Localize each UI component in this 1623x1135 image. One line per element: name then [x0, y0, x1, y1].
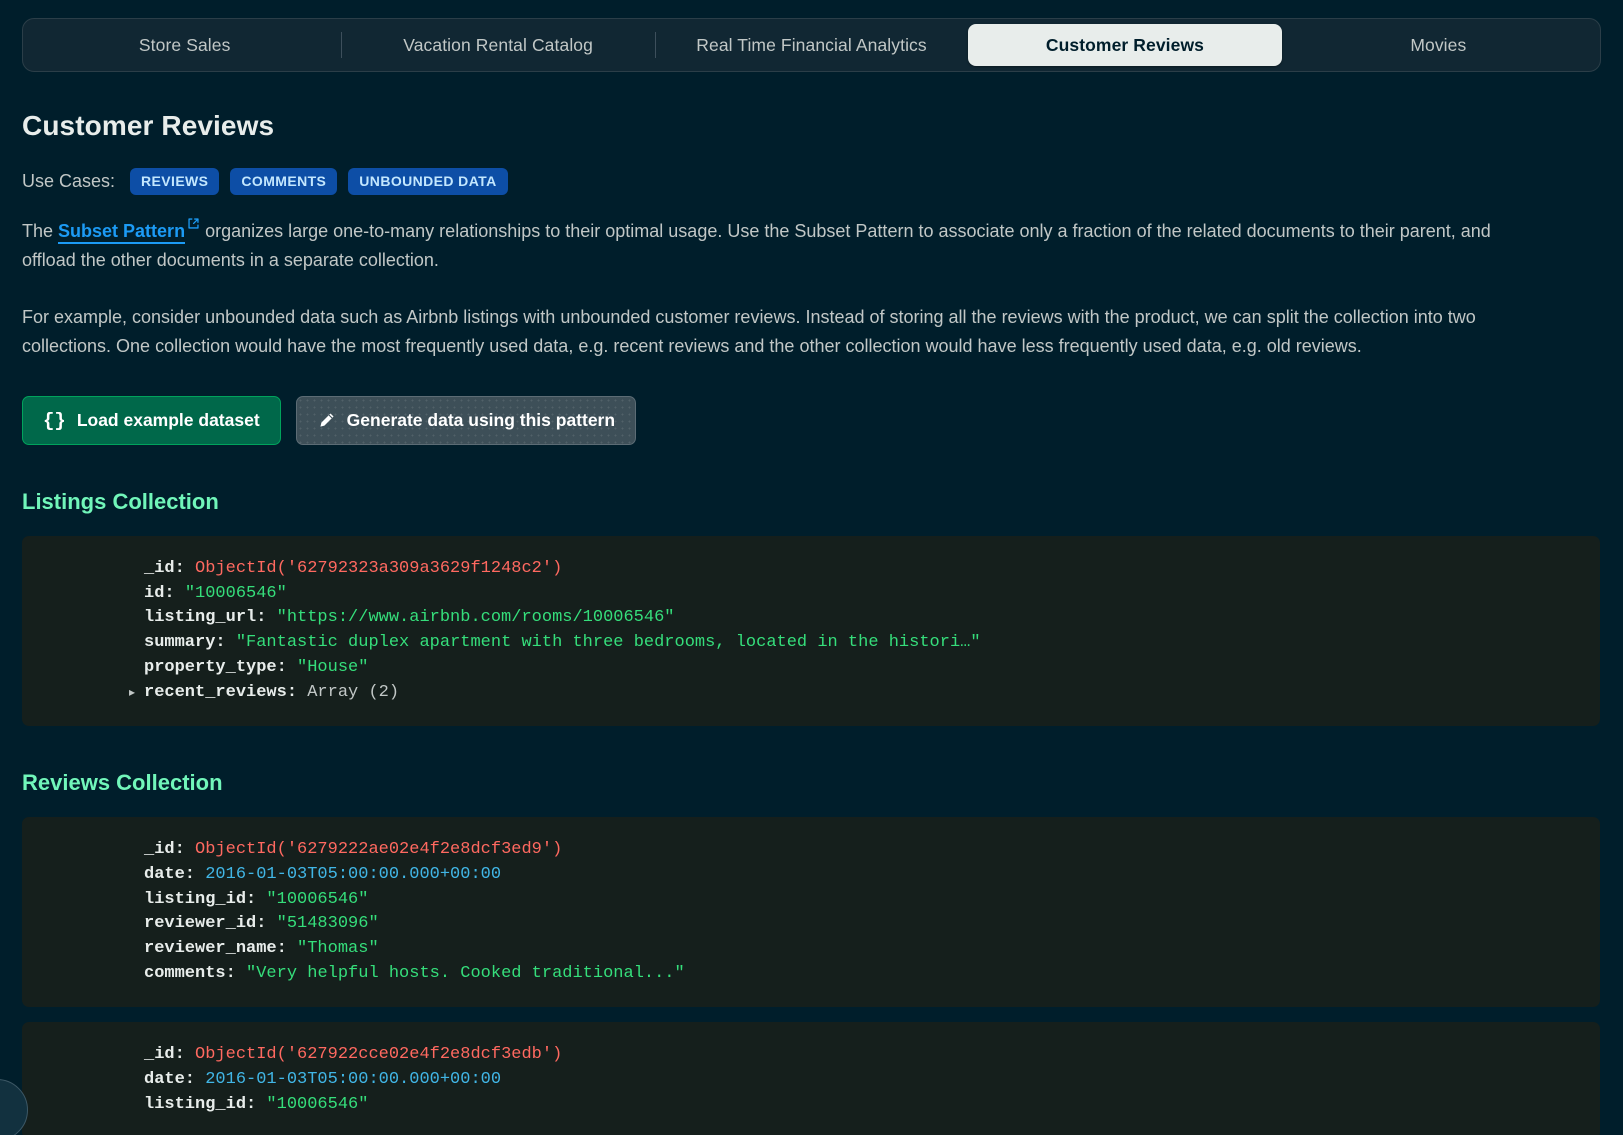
pencil-icon	[317, 411, 336, 430]
field-value: 2016-01-03T05:00:00.000+00:00	[205, 1070, 502, 1090]
field-value: "https://www.airbnb.com/rooms/10006546"	[276, 608, 675, 628]
field-key: listing_url:	[144, 608, 267, 628]
code-line: _id: ObjectId('6279222ae02e4f2e8dcf3ed9'…	[22, 838, 1600, 863]
collection-title-reviews-collection: Reviews Collection	[22, 770, 223, 796]
load-example-dataset-label: Load example dataset	[76, 410, 260, 430]
generate-data-label: Generate data using this pattern	[346, 410, 616, 430]
action-buttons-row: {} Load example dataset Generate data us…	[22, 396, 1601, 445]
field-value: "10006546"	[266, 889, 369, 909]
page-content: Customer Reviews Use Cases: REVIEWS COMME…	[0, 110, 1623, 1135]
subset-pattern-link-label: Subset Pattern	[58, 221, 186, 241]
code-line: _id: ObjectId('627922cce02e4f2e8dcf3edb'…	[22, 1043, 1600, 1068]
tab-real-time-financial-analytics[interactable]: Real Time Financial Analytics	[654, 24, 968, 66]
code-line: comments: "Very helpful hosts. Cooked tr…	[22, 962, 1600, 987]
badge-unbounded-data[interactable]: UNBOUNDED DATA	[348, 168, 508, 195]
field-key: _id:	[144, 559, 185, 578]
document-card: _id: ObjectId('627922cce02e4f2e8dcf3edb'…	[22, 1022, 1600, 1135]
expand-triangle-icon[interactable]: ▸	[129, 681, 135, 706]
tab-vacation-rental-catalog[interactable]: Vacation Rental Catalog	[341, 24, 654, 66]
tabbar: Store Sales Vacation Rental Catalog Real T…	[22, 18, 1601, 72]
field-key: summary:	[144, 633, 226, 653]
tabbar-container: Store Sales Vacation Rental Catalog Real T…	[0, 0, 1623, 72]
code-line: summary: "Fantastic duplex apartment wit…	[22, 631, 1600, 656]
tab-store-sales[interactable]: Store Sales	[28, 24, 341, 66]
code-line: ▸ recent_reviews: Array (2)	[22, 681, 1600, 706]
field-key: property_type:	[144, 657, 287, 677]
field-value: ObjectId('627922cce02e4f2e8dcf3edb')	[195, 1045, 563, 1065]
field-value: 2016-01-03T05:00:00.000+00:00	[205, 864, 502, 884]
field-key: recent_reviews:	[144, 682, 298, 702]
field-key: comments:	[144, 963, 236, 983]
collection-title-listings-collection: Listings Collection	[22, 489, 219, 514]
document-card: _id: ObjectId('62792323a309a3629f1248c2'…	[22, 536, 1600, 727]
field-key: listing_id:	[144, 1094, 257, 1114]
load-example-dataset-button[interactable]: {} Load example dataset	[22, 396, 281, 445]
subset-pattern-link[interactable]: Subset Pattern	[58, 221, 186, 244]
page-title: Customer Reviews	[22, 110, 275, 141]
code-line: reviewer_name: "Thomas"	[22, 937, 1600, 962]
tab-movies[interactable]: Movies	[1282, 24, 1595, 66]
external-link-icon[interactable]	[187, 217, 200, 230]
tab-label: Customer Reviews	[1045, 34, 1205, 55]
tab-label: Movies	[1410, 34, 1467, 55]
use-cases-label: Use Cases:	[22, 171, 116, 191]
field-key: reviewer_name:	[144, 939, 287, 959]
field-key: _id:	[144, 840, 185, 860]
field-value: "10006546"	[184, 583, 287, 603]
tab-customer-reviews[interactable]: Customer Reviews	[968, 24, 1282, 66]
field-key: _id:	[144, 1045, 185, 1065]
badge-comments[interactable]: COMMENTS	[230, 168, 338, 195]
code-line: reviewer_id: "51483096"	[22, 912, 1600, 937]
use-cases-row: Use Cases: REVIEWS COMMENTS UNBOUNDED DATA	[22, 168, 1601, 195]
field-value: "51483096"	[276, 914, 379, 934]
code-line: property_type: "House"	[22, 656, 1600, 681]
tab-label: Vacation Rental Catalog	[403, 34, 593, 55]
field-key: listing_id:	[144, 889, 257, 909]
tab-label: Real Time Financial Analytics	[696, 34, 927, 55]
tab-label: Store Sales	[138, 34, 231, 55]
code-line: listing_id: "10006546"	[22, 888, 1600, 913]
badge-reviews[interactable]: REVIEWS	[130, 168, 220, 195]
description-paragraph-2: For example, consider unbounded data suc…	[22, 307, 1476, 356]
code-line: date: 2016-01-03T05:00:00.000+00:00	[22, 863, 1600, 888]
code-line: id: "10006546"	[22, 582, 1600, 607]
field-value: "Very helpful hosts. Cooked traditional.…	[246, 963, 685, 983]
field-value: ObjectId('62792323a309a3629f1248c2')	[195, 559, 563, 578]
code-line: _id: ObjectId('62792323a309a3629f1248c2'…	[22, 557, 1600, 582]
field-key: date:	[144, 864, 196, 884]
code-line: date: 2016-01-03T05:00:00.000+00:00	[22, 1068, 1600, 1093]
generate-data-button[interactable]: Generate data using this pattern	[295, 396, 637, 445]
document-card: _id: ObjectId('6279222ae02e4f2e8dcf3ed9'…	[22, 817, 1600, 1008]
field-value: "Fantastic duplex apartment with three b…	[235, 633, 981, 653]
field-key: date:	[144, 1070, 196, 1090]
collections-container: Listings Collection _id: ObjectId('627923…	[22, 489, 1601, 1135]
field-value: "Thomas"	[297, 939, 379, 959]
braces-icon: {}	[43, 409, 66, 432]
field-value: "House"	[297, 657, 369, 677]
field-value: ObjectId('6279222ae02e4f2e8dcf3ed9')	[195, 840, 563, 860]
code-line: listing_url: "https://www.airbnb.com/roo…	[22, 606, 1600, 631]
code-line: listing_id: "10006546"	[22, 1093, 1600, 1118]
field-key: id:	[144, 583, 175, 603]
paragraph-1-suffix: organizes large one-to-many relationship…	[22, 221, 1491, 270]
field-value: Array (2)	[307, 682, 400, 702]
description-paragraph-1: The Subset Pattern organizes large one-t…	[22, 217, 1532, 275]
use-case-badges: REVIEWS COMMENTS UNBOUNDED DATA	[130, 168, 508, 195]
field-key: reviewer_id:	[144, 914, 267, 934]
paragraph-1-prefix: The	[22, 221, 59, 241]
field-value: "10006546"	[266, 1094, 369, 1114]
